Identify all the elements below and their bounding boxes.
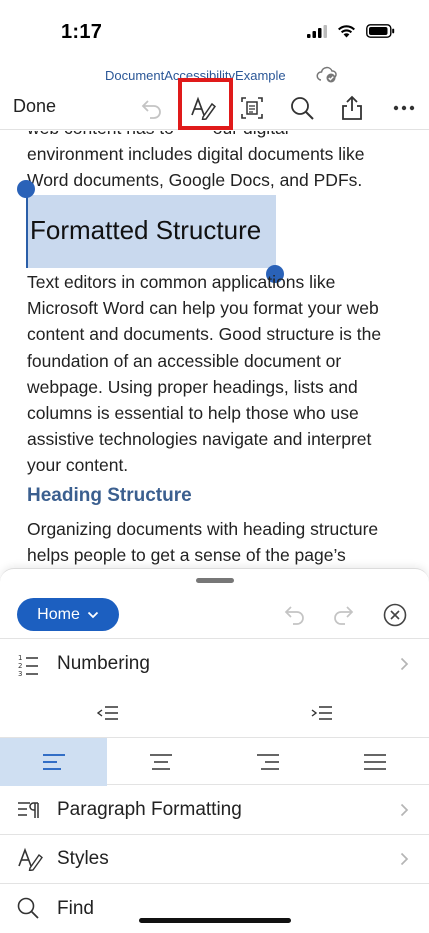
paragraph-intro: web content has to our digital environme… — [27, 131, 399, 194]
done-button[interactable]: Done — [13, 96, 56, 117]
close-circle-icon — [383, 603, 407, 627]
paragraph-line: Text editors in common applications like — [27, 272, 336, 292]
paragraph-line: content and documents. Good structure is… — [27, 324, 382, 345]
styles-label: Styles — [57, 848, 109, 869]
home-tab-dropdown[interactable]: Home — [17, 598, 119, 631]
share-icon — [342, 95, 362, 120]
find-row[interactable]: Find — [0, 883, 429, 933]
reading-view-icon — [241, 97, 263, 119]
increase-indent-icon — [311, 706, 332, 720]
paragraph-formatting-icon — [18, 802, 39, 818]
indent-row — [0, 688, 429, 737]
share-button[interactable] — [332, 90, 372, 126]
paragraph-formatted-structure: Text editors in common applications like… — [27, 269, 399, 479]
home-indicator[interactable] — [139, 918, 291, 923]
selected-heading[interactable]: Formatted Structure — [26, 195, 276, 268]
highlight-annotation-box — [178, 78, 233, 130]
numbering-row[interactable]: 1 2 3 Numbering — [0, 638, 429, 688]
paragraph-formatting-row[interactable]: Paragraph Formatting — [0, 786, 429, 834]
align-center-icon — [149, 754, 172, 770]
more-options-button[interactable] — [384, 90, 424, 126]
ribbon-bottom-sheet: Home 1 2 3 Numbering Paragraph Formattin… — [0, 568, 429, 933]
paragraph-line: environment includes digital documents l… — [27, 144, 365, 165]
close-sheet-button[interactable] — [381, 601, 409, 629]
sheet-grabber[interactable] — [196, 578, 234, 583]
justify-icon — [364, 754, 386, 770]
status-time: 1:17 — [61, 21, 103, 43]
sheet-undo-button[interactable] — [280, 600, 310, 630]
search-button[interactable] — [282, 90, 322, 126]
home-tab-label: Home — [37, 605, 80, 623]
status-icons — [307, 24, 395, 38]
paragraph-heading-structure: Organizing documents with heading struct… — [27, 516, 399, 568]
align-right-icon — [256, 754, 279, 770]
chevron-down-icon — [87, 611, 98, 618]
status-bar: 1:17 — [0, 0, 429, 60]
heading-heading-structure: Heading Structure — [27, 485, 192, 506]
align-left-icon — [42, 754, 65, 770]
more-icon — [393, 105, 415, 111]
styles-row[interactable]: Styles — [0, 834, 429, 883]
search-icon — [17, 897, 39, 919]
align-left-button[interactable] — [0, 738, 107, 786]
reading-view-button[interactable] — [232, 90, 272, 126]
numbering-icon: 1 2 3 — [18, 654, 38, 677]
paragraph-line: helps people to get a sense of the page’… — [27, 545, 346, 566]
svg-text:2: 2 — [18, 662, 22, 670]
paragraph-line: your content. — [27, 455, 129, 476]
paragraph-line: foundation of an accessible document or — [27, 350, 342, 371]
undo-icon — [141, 100, 161, 119]
chevron-right-icon — [400, 852, 409, 866]
battery-icon — [366, 24, 395, 38]
search-icon — [291, 97, 314, 120]
paragraph-line: assistive technologies navigate and inte… — [27, 429, 372, 450]
chevron-right-icon — [400, 657, 409, 671]
paragraph-line: Microsoft Word can help you format your … — [27, 298, 379, 319]
undo-icon — [284, 606, 304, 625]
decrease-indent-icon — [97, 706, 118, 720]
chevron-right-icon — [400, 803, 409, 817]
styles-icon — [18, 847, 43, 871]
paragraph-line: columns is essential to help those who u… — [27, 403, 359, 424]
paragraph-formatting-label: Paragraph Formatting — [57, 799, 242, 820]
selection-handle-start[interactable] — [17, 180, 35, 198]
paragraph-line: Organizing documents with heading struct… — [27, 519, 379, 539]
svg-text:3: 3 — [18, 670, 22, 677]
paragraph-line: Word documents, Google Docs, and PDFs. — [27, 170, 363, 191]
sheet-redo-button[interactable] — [328, 600, 358, 630]
cellular-signal-icon — [307, 24, 327, 38]
redo-icon — [334, 606, 354, 625]
svg-text:1: 1 — [18, 654, 22, 662]
alignment-row — [0, 737, 429, 786]
align-center-button[interactable] — [107, 738, 214, 786]
find-label: Find — [57, 898, 94, 919]
numbering-label: Numbering — [57, 653, 150, 674]
wifi-icon — [338, 25, 355, 38]
paragraph-line: webpage. Using proper headings, lists an… — [27, 376, 358, 397]
align-right-button[interactable] — [214, 738, 321, 786]
paragraph-line: web content has to our digital — [27, 131, 399, 141]
document-body[interactable]: web content has to our digital environme… — [0, 131, 429, 568]
justify-button[interactable] — [321, 738, 429, 786]
increase-indent-button[interactable] — [304, 700, 340, 726]
decrease-indent-button[interactable] — [90, 700, 126, 726]
cloud-sync-icon[interactable] — [316, 66, 338, 84]
undo-button[interactable] — [132, 90, 172, 126]
heading-formatted-structure: Formatted Structure — [30, 215, 262, 245]
